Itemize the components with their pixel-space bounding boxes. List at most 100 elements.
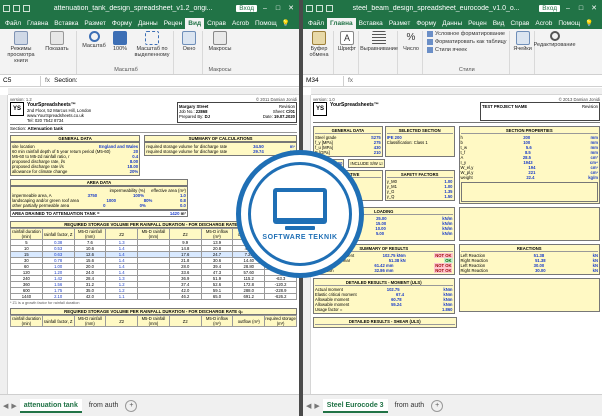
table-cell[interactable]: 65.0: [200, 293, 234, 300]
left-login-button[interactable]: Вход: [236, 4, 257, 12]
ribbon-tab[interactable]: Файл: [2, 18, 24, 29]
cell-styles-button[interactable]: Стили ячеек: [427, 47, 507, 53]
table-cell[interactable]: 42.0: [73, 293, 107, 300]
ribbon-tab[interactable]: Помощ: [555, 18, 583, 29]
undo-icon[interactable]: [13, 4, 20, 12]
prev-sheet-icon[interactable]: ◀: [3, 402, 8, 410]
number-button[interactable]: % Число: [402, 31, 420, 52]
row-value[interactable]: 210: [374, 150, 381, 155]
row-value[interactable]: 55.24: [391, 302, 401, 307]
row-value[interactable]: 30.00: [535, 268, 545, 273]
zoom-selection-button[interactable]: Масштаб по выделенному: [133, 31, 171, 58]
ribbon-tab[interactable]: Форму: [109, 18, 135, 29]
save-icon[interactable]: [3, 4, 10, 12]
row-value[interactable]: 29.74: [253, 149, 264, 154]
zoom-button[interactable]: Масштаб: [81, 31, 107, 49]
ribbon-tab[interactable]: Acrob: [229, 18, 252, 29]
maximize-icon[interactable]: □: [576, 5, 586, 12]
table-cell[interactable]: 2.10: [41, 293, 75, 300]
sheet-tab-steel-eurocode[interactable]: Steel Eurocode 3: [322, 398, 388, 413]
table-row[interactable]: 1440 2.10 42.0 1.1 46.2 65.0 691.2 -626.2: [10, 293, 297, 300]
left-name-box[interactable]: C5: [3, 75, 41, 86]
table-cell[interactable]: 46.2: [168, 293, 202, 300]
ribbon-tab[interactable]: Вставка: [356, 18, 386, 29]
redo-icon[interactable]: [23, 4, 30, 12]
format-table-button[interactable]: Форматировать как таблицу: [427, 39, 507, 45]
table-cell[interactable]: -626.2: [264, 293, 297, 300]
cells-button[interactable]: Ячейки: [513, 31, 532, 52]
ribbon-tab[interactable]: Рецен: [465, 18, 490, 29]
ribbon-tab[interactable]: Главна: [326, 18, 356, 29]
lightbulb-icon[interactable]: 💡: [585, 18, 593, 29]
ribbon-tab[interactable]: Вид: [185, 18, 205, 29]
ribbon-tab[interactable]: Справ: [204, 18, 229, 29]
row-value[interactable]: 1.50: [444, 194, 452, 199]
ribbon-tab[interactable]: Главна: [24, 18, 51, 29]
add-sheet-icon[interactable]: +: [125, 399, 138, 412]
next-sheet-icon[interactable]: ▶: [11, 402, 16, 410]
window-button[interactable]: Окно: [178, 31, 200, 52]
show-button[interactable]: Показать: [40, 31, 74, 52]
save-icon[interactable]: [306, 4, 313, 12]
ribbon-tab[interactable]: Справ: [507, 18, 532, 29]
align-button[interactable]: Выравнивание: [360, 31, 398, 52]
ribbon-tab[interactable]: Вид: [490, 18, 508, 29]
macros-button[interactable]: Макросы: [207, 31, 233, 52]
row-value[interactable]: 0%: [140, 203, 146, 208]
ribbon-tab[interactable]: Рецен: [161, 18, 186, 29]
row-value[interactable]: 20%: [130, 169, 139, 174]
table-cell[interactable]: 691.2: [232, 293, 266, 300]
redo-icon[interactable]: [326, 4, 333, 12]
row-value[interactable]: 0: [103, 203, 105, 208]
sheet-tab-attenuation[interactable]: attenuation tank: [19, 398, 82, 413]
font-button[interactable]: A Шрифт: [338, 31, 356, 52]
conditional-format-button[interactable]: Условное форматирование: [427, 31, 507, 37]
fx-icon[interactable]: fx: [348, 77, 353, 84]
left-formula-input[interactable]: Section:: [54, 77, 78, 84]
table-cell[interactable]: [137, 293, 170, 300]
ribbon-tab[interactable]: Файл: [305, 18, 327, 29]
row-value[interactable]: 5.00: [376, 231, 384, 236]
fx-icon[interactable]: fx: [45, 77, 50, 84]
ribbon-tab[interactable]: Размет: [81, 18, 109, 29]
sheet-tab-from-author[interactable]: from auth: [391, 399, 429, 413]
maximize-icon[interactable]: □: [273, 5, 283, 12]
ribbon-tab[interactable]: Размет: [386, 18, 414, 29]
right-name-box[interactable]: M34: [306, 75, 344, 86]
row-value[interactable]: kN/m: [442, 231, 452, 236]
prev-sheet-icon[interactable]: ◀: [306, 402, 311, 410]
right-login-button[interactable]: Вход: [539, 4, 560, 12]
row-value[interactable]: 100%: [133, 193, 144, 198]
row-value[interactable]: 0.0: [180, 203, 186, 208]
ribbon-tab[interactable]: Данны: [439, 18, 465, 29]
row-value[interactable]: 32.86 mm: [374, 268, 393, 273]
row-label: other partially permeable area: [12, 203, 70, 208]
include-selfweight-checkbox[interactable]: INCLUDE S/W ☑: [348, 159, 385, 168]
row-value[interactable]: 22.4: [526, 175, 534, 180]
ribbon-tab[interactable]: Вставка: [51, 18, 81, 29]
undo-icon[interactable]: [316, 4, 323, 12]
row-value[interactable]: NOT OK: [434, 268, 453, 273]
ribbon-tab[interactable]: Форму: [413, 18, 439, 29]
lightbulb-icon[interactable]: 💡: [282, 18, 290, 29]
ribbon-tab[interactable]: Acrob: [532, 18, 555, 29]
close-icon[interactable]: ✕: [286, 4, 296, 12]
table-cell[interactable]: 1440: [10, 293, 43, 300]
zoom-100-button[interactable]: 100%: [109, 31, 131, 52]
table-cell[interactable]: 1.1: [105, 293, 139, 300]
row-value[interactable]: kN: [593, 268, 598, 273]
minimize-icon[interactable]: –: [260, 5, 270, 12]
add-sheet-icon[interactable]: +: [431, 399, 444, 412]
row-value[interactable]: kg/m: [588, 175, 598, 180]
ribbon-tab[interactable]: Помощ: [252, 18, 280, 29]
editing-button[interactable]: Редактирование: [534, 31, 576, 48]
close-icon[interactable]: ✕: [589, 4, 599, 12]
ribbon-tab[interactable]: Данны: [135, 18, 161, 29]
sheet-tab-from-author[interactable]: from auth: [85, 399, 123, 413]
row-value[interactable]: 1000: [107, 198, 117, 203]
view-modes-button[interactable]: Режимы просмотра книги: [4, 31, 38, 64]
paste-button[interactable]: Буфер обмена: [307, 31, 331, 58]
row-value[interactable]: 3750: [88, 193, 98, 198]
next-sheet-icon[interactable]: ▶: [314, 402, 319, 410]
minimize-icon[interactable]: –: [563, 5, 573, 12]
